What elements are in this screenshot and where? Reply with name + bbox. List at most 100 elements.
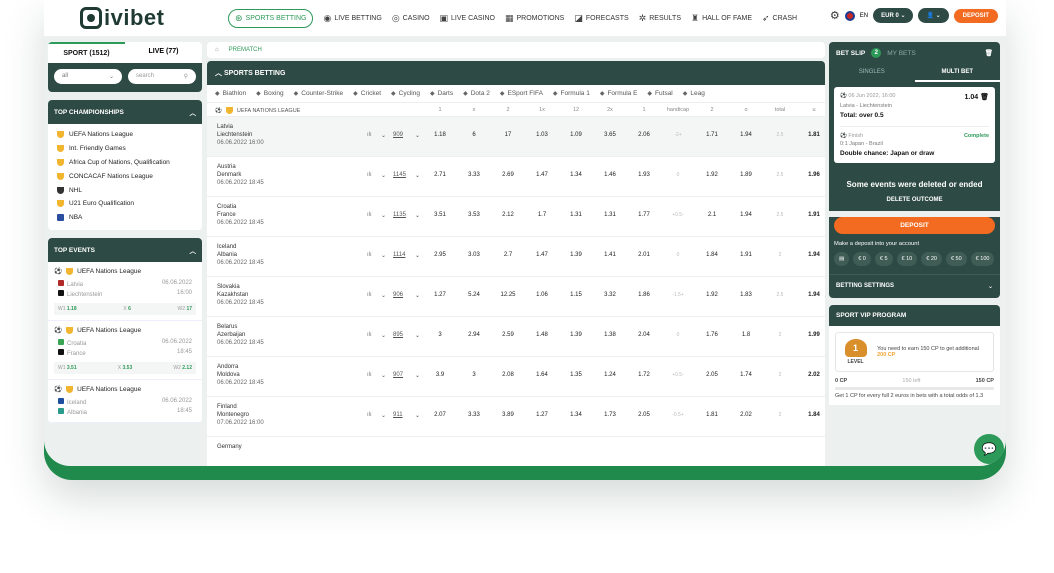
championship-item[interactable]: U21 Euro Qualification [48,197,202,211]
sport-tab[interactable]: ◆ Biathlon [215,90,246,97]
odd-cell[interactable]: 2.69 [493,172,523,178]
nav-crash[interactable]: ➶ CRASH [762,13,797,24]
odd-cell[interactable]: 1.84 [799,412,829,418]
match-row[interactable]: Finland Montenegro 07.06.2022 16:00 ılı ⌄ 911… [207,397,825,437]
odd-cell[interactable]: 3.32 [595,292,625,298]
odd-cell[interactable]: 1.39 [561,252,591,258]
odd-cell[interactable]: 1.31 [561,212,591,218]
odd-cell[interactable]: 1.27 [425,292,455,298]
odd-cell[interactable]: 1.91 [799,212,829,218]
nav-promotions[interactable]: ▦ PROMOTIONS [505,13,564,24]
odd-cell[interactable]: 2.01 [629,252,659,258]
top-events-header[interactable]: TOP EVENTS ︿ [48,238,202,263]
event-card[interactable]: ⚽ UEFA Nations League Iceland 06.06.2022 A… [48,380,202,424]
chevron-down-icon[interactable]: ⌄ [381,172,386,179]
odd-cell[interactable]: 1.99 [799,332,829,338]
odd-cell[interactable]: 1.83 [731,292,761,298]
odd-cell[interactable]: 1.86 [629,292,659,298]
odd-cell[interactable]: 1.91 [731,252,761,258]
sport-tab[interactable]: ◆ Counter-Strike [294,90,344,97]
nav-live-casino[interactable]: ▣ LIVE CASINO [440,13,495,24]
odd-cell[interactable]: 1.94 [799,252,829,258]
chevron-down-icon[interactable]: ⌄ [381,332,386,339]
odd-cell[interactable]: 1.73 [595,412,625,418]
odd-cell[interactable]: 3 [459,372,489,378]
sport-tab[interactable]: ◆ Dota 2 [463,90,490,97]
stake-chip[interactable]: € 20 [921,252,942,266]
sport-tab[interactable]: ◆ Cricket [353,90,381,97]
odd-cell[interactable]: 1.76 [697,332,727,338]
more-markets-count[interactable]: 1135 [393,212,406,218]
chevron-down-icon[interactable]: ⌄ [415,372,420,379]
event-card[interactable]: ⚽ UEFA Nations League Latvia 06.06.2022 Li… [48,262,202,322]
deposit-button[interactable]: DEPOSIT [953,8,998,23]
sport-tab[interactable]: ◆ ESport FIFA [500,90,543,97]
championship-item[interactable]: NBA [48,211,202,225]
odd-cell[interactable]: 1.47 [527,172,557,178]
statistics-icon[interactable]: ılı [367,252,372,258]
odd-cell[interactable]: 1.06 [527,292,557,298]
delete-outcome-button[interactable]: DELETE OUTCOME [835,197,994,203]
odd-cell[interactable]: 1.8 [731,332,761,338]
championship-item[interactable]: Int. Friendly Games [48,142,202,156]
odd-w1[interactable]: W1 1.18 [58,306,77,312]
chevron-down-icon[interactable]: ⌄ [415,132,420,139]
period-select[interactable]: all ⌄ [54,69,122,84]
top-championships-header[interactable]: TOP CHAMPIONSHIPS ︿ [48,100,202,124]
odd-cell[interactable]: 2.1 [697,212,727,218]
odd-cell[interactable]: 1.84 [697,252,727,258]
stake-chip[interactable]: € 100 [970,252,995,266]
odd-cell[interactable]: 3.89 [493,412,523,418]
statistics-icon[interactable]: ılı [367,372,372,378]
odd-cell[interactable]: 1.64 [527,372,557,378]
chevron-down-icon[interactable]: ⌄ [381,412,386,419]
odd-cell[interactable]: 2.06 [629,132,659,138]
more-markets-count[interactable]: 907 [393,372,403,378]
chevron-down-icon[interactable]: ⌄ [415,172,420,179]
nav-casino[interactable]: ◎ CASINO [392,13,430,24]
sport-tab[interactable]: ◆ Boxing [256,90,284,97]
odd-cell[interactable]: 2.05 [697,372,727,378]
odd-cell[interactable]: 1.15 [561,292,591,298]
odd-cell[interactable]: 1.94 [799,292,829,298]
language-selector[interactable]: EN [860,13,868,19]
odd-cell[interactable]: 2.95 [425,252,455,258]
user-menu-button[interactable]: 👤 ⌄ [918,8,949,23]
chevron-down-icon[interactable]: ⌄ [381,212,386,219]
odd-cell[interactable]: 1.92 [697,172,727,178]
sports-betting-header[interactable]: ︿ SPORTS BETTING [207,61,825,85]
odd-cell[interactable]: 3.03 [459,252,489,258]
settings-gear-icon[interactable]: ⚙ [830,9,840,22]
match-row[interactable]: Germany [207,437,825,466]
odd-cell[interactable]: 2.71 [425,172,455,178]
statistics-icon[interactable]: ılı [367,412,372,418]
breadcrumb-item[interactable]: PREMATCH [229,47,262,53]
more-markets-count[interactable]: 1145 [393,172,406,178]
odd-cell[interactable]: 1.77 [629,212,659,218]
sport-tab[interactable]: ◆ Cycling [391,90,420,97]
odd-x[interactable]: X 3.53 [118,365,132,371]
championship-item[interactable]: NHL [48,183,202,197]
odd-cell[interactable]: 2.94 [459,332,489,338]
statistics-icon[interactable]: ılı [367,292,372,298]
odd-cell[interactable]: 2.02 [731,412,761,418]
odd-cell[interactable]: 1.81 [799,132,829,138]
statistics-icon[interactable]: ılı [367,132,372,138]
chevron-down-icon[interactable]: ⌄ [381,252,386,259]
odd-cell[interactable]: 1.34 [561,172,591,178]
odd-cell[interactable]: 1.94 [731,132,761,138]
odd-cell[interactable]: 1.38 [595,332,625,338]
sport-tab[interactable]: ◆ Futsal [647,90,672,97]
match-row[interactable]: Latvia Liechtenstein 06.06.2022 16:00 ılı ⌄ 9… [207,117,825,157]
odd-cell[interactable]: 1.18 [425,132,455,138]
championship-item[interactable]: Africa Cup of Nations, Qualification [48,156,202,170]
stake-chip[interactable]: € 5 [874,252,893,266]
odd-cell[interactable]: 3.9 [425,372,455,378]
odd-cell[interactable]: 5.24 [459,292,489,298]
tab-sport[interactable]: SPORT (1512) [48,42,125,63]
chevron-down-icon[interactable]: ⌄ [415,292,420,299]
home-icon[interactable]: ⌂ [215,47,219,53]
odd-cell[interactable]: 1.81 [697,412,727,418]
trash-icon[interactable]: 🗑 [985,49,993,57]
event-card[interactable]: ⚽ UEFA Nations League Croatia 06.06.2022 F… [48,321,202,381]
